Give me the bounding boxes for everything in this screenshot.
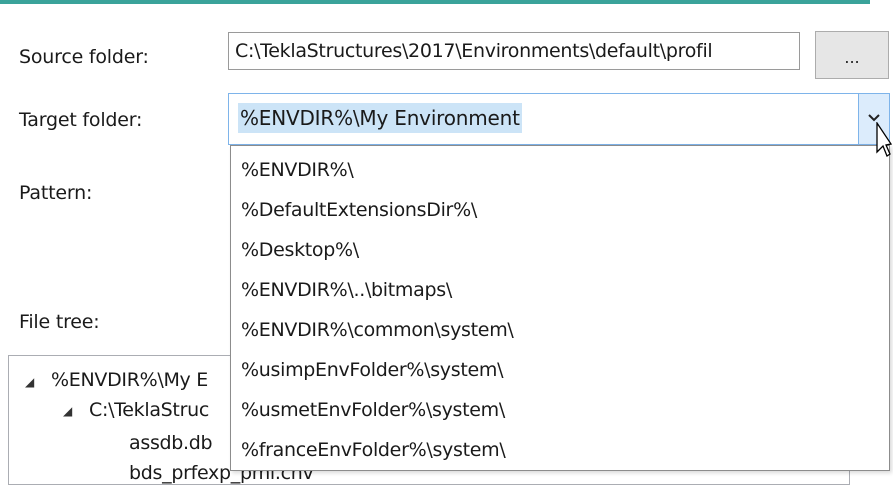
dropdown-option[interactable]: %Desktop%\ xyxy=(241,235,359,265)
chevron-down-icon xyxy=(868,114,880,122)
dropdown-option[interactable]: %franceEnvFolder%\system\ xyxy=(241,435,506,465)
triangle-expanded-icon[interactable]: ◢ xyxy=(25,375,34,389)
target-folder-label: Target folder: xyxy=(19,109,143,131)
file-tree-label: File tree: xyxy=(19,311,100,333)
pattern-label: Pattern: xyxy=(19,182,93,204)
tree-item[interactable]: assdb.db xyxy=(129,432,213,454)
tree-item[interactable]: %ENVDIR%\My E xyxy=(51,369,208,391)
dropdown-option[interactable]: %DefaultExtensionsDir%\ xyxy=(241,195,477,225)
dropdown-option[interactable]: %ENVDIR%\ xyxy=(241,155,354,185)
target-folder-combobox[interactable]: %ENVDIR%\My Environment xyxy=(228,93,890,145)
triangle-expanded-icon[interactable]: ◢ xyxy=(63,404,72,418)
mouse-pointer-icon xyxy=(876,122,892,157)
target-folder-dropdown-list: %ENVDIR%\ %DefaultExtensionsDir%\ %Deskt… xyxy=(230,145,890,471)
source-folder-input[interactable]: C:\TeklaStructures\2017\Environments\def… xyxy=(228,32,800,70)
dropdown-option[interactable]: %usimpEnvFolder%\system\ xyxy=(241,355,504,385)
dropdown-option[interactable]: %ENVDIR%\common\system\ xyxy=(241,315,514,345)
tree-item[interactable]: C:\TeklaStruc xyxy=(89,399,209,421)
browse-button[interactable]: ... xyxy=(815,31,889,79)
target-folder-selected-text[interactable]: %ENVDIR%\My Environment xyxy=(238,103,522,133)
dropdown-option[interactable]: %usmetEnvFolder%\system\ xyxy=(241,395,505,425)
dropdown-option[interactable]: %ENVDIR%\..\bitmaps\ xyxy=(241,275,452,305)
header-accent-bar xyxy=(0,0,870,4)
source-folder-label: Source folder: xyxy=(19,46,149,68)
